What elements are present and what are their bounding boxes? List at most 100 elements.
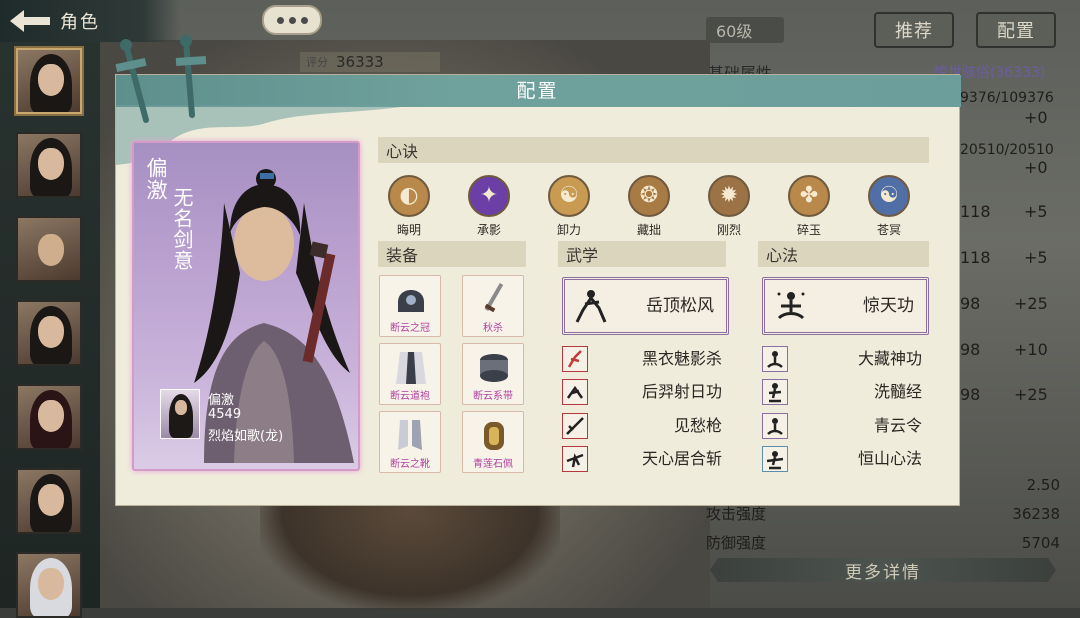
stat-value: 98 bbox=[960, 340, 981, 359]
stat-value: 118 bbox=[960, 248, 991, 267]
equip-slot-robe[interactable]: 断云道袍 bbox=[379, 343, 441, 405]
equip-name: 断云之冠 bbox=[390, 323, 430, 334]
equip-slot-boots[interactable]: 断云之靴 bbox=[379, 411, 441, 473]
skill-name: 惊天功 bbox=[863, 296, 914, 316]
wuxue-skill[interactable]: 见愁枪 bbox=[562, 413, 722, 439]
wuxue-main-skill[interactable]: 岳顶松风 bbox=[562, 277, 729, 335]
chat-button[interactable] bbox=[262, 5, 322, 35]
dot-icon bbox=[300, 16, 308, 24]
xinjue-icon: ❂ bbox=[628, 175, 670, 217]
character-info-name: 偏激 bbox=[208, 393, 235, 408]
stat-value: 36238 bbox=[1012, 504, 1060, 523]
pendant-icon bbox=[484, 422, 504, 450]
equip-slot-helmet[interactable]: 断云之冠 bbox=[379, 275, 441, 337]
xinjue-label: 藏拙 bbox=[636, 223, 661, 237]
helmet-icon bbox=[398, 290, 424, 312]
xinjue-item[interactable]: ❂ 藏拙 bbox=[624, 175, 674, 238]
stat-value: +10 bbox=[1014, 340, 1048, 359]
xinjue-label: 苍冥 bbox=[876, 223, 901, 237]
xinjue-icon: ✤ bbox=[788, 175, 830, 217]
sidebar-avatar[interactable] bbox=[16, 300, 82, 366]
xinjue-item[interactable]: ☯ 苍冥 bbox=[864, 175, 914, 238]
sword-icon bbox=[484, 283, 504, 313]
stat-value: +5 bbox=[1024, 248, 1048, 267]
character-sidebar bbox=[0, 42, 100, 618]
equip-name: 青莲石佩 bbox=[473, 459, 513, 470]
equip-slot-weapon[interactable]: 秋杀 bbox=[462, 275, 524, 337]
page-title: 角色 bbox=[60, 12, 100, 33]
skill-name: 青云令 bbox=[873, 416, 922, 435]
xinjue-header: 心诀 bbox=[378, 137, 929, 163]
stat-value: 118 bbox=[960, 202, 991, 221]
config-button[interactable]: 配置 bbox=[976, 12, 1056, 48]
equip-header: 装备 bbox=[378, 241, 526, 267]
xinfa-skill[interactable]: 洗髓经 bbox=[762, 379, 922, 405]
skill-name: 岳顶松风 bbox=[646, 296, 714, 316]
xinjue-icon: ☯ bbox=[868, 175, 910, 217]
skill-name: 见愁枪 bbox=[673, 416, 722, 435]
equip-slot-pendant[interactable]: 青莲石佩 bbox=[462, 411, 524, 473]
stat-value: +5 bbox=[1024, 202, 1048, 221]
wuxue-skill[interactable]: 天心居合斩 bbox=[562, 446, 722, 472]
stat-value: +25 bbox=[1014, 385, 1048, 404]
sidebar-avatar[interactable] bbox=[16, 468, 82, 534]
config-modal: 配置 偏激 无名剑意 偏激 4549 烈焰如歌(龙) 心诀 ◐ 晦明 ✦ 承影 … bbox=[115, 35, 961, 506]
equip-name: 秋杀 bbox=[483, 323, 503, 334]
wuxue-skill[interactable]: 黑衣魅影杀 bbox=[562, 346, 722, 372]
sidebar-avatar[interactable] bbox=[16, 216, 82, 282]
xinfa-main-skill[interactable]: 惊天功 bbox=[762, 277, 929, 335]
equip-name: 断云系带 bbox=[473, 391, 513, 402]
boots-icon bbox=[398, 420, 422, 450]
level-badge: 60级 bbox=[706, 17, 784, 43]
xinjue-icon: ✦ bbox=[468, 175, 510, 217]
hp-value: 9376/109376 bbox=[960, 90, 1054, 106]
more-detail-button[interactable]: 更多详情 bbox=[710, 558, 1056, 582]
xinfa-skill[interactable]: 大藏神功 bbox=[762, 346, 922, 372]
back-button[interactable] bbox=[0, 1, 60, 41]
xinjue-icon: ◐ bbox=[388, 175, 430, 217]
sidebar-avatar[interactable] bbox=[16, 132, 82, 198]
character-name: 偏激 bbox=[144, 157, 168, 201]
xinjue-item[interactable]: ☯ 卸力 bbox=[544, 175, 594, 238]
stat-value: +0 bbox=[1024, 158, 1048, 177]
skill-icon bbox=[762, 346, 788, 372]
wuxue-skill[interactable]: 后羿射日功 bbox=[562, 379, 722, 405]
sidebar-avatar[interactable] bbox=[16, 384, 82, 450]
character-card: 偏激 无名剑意 偏激 4549 烈焰如歌(龙) bbox=[132, 141, 360, 471]
skill-icon bbox=[762, 446, 788, 472]
recommend-button[interactable]: 推荐 bbox=[874, 12, 954, 48]
skill-name: 洗髓经 bbox=[873, 382, 922, 401]
xinfa-header: 心法 bbox=[758, 241, 929, 267]
xinjue-item[interactable]: ✤ 碎玉 bbox=[784, 175, 834, 238]
wuxue-header: 武学 bbox=[558, 241, 726, 267]
character-info-power: 4549 bbox=[208, 407, 242, 422]
sidebar-avatar[interactable] bbox=[16, 552, 82, 618]
equip-name: 断云道袍 bbox=[390, 391, 430, 402]
sidebar-avatar[interactable] bbox=[16, 48, 82, 114]
score-value: 36333 bbox=[336, 53, 384, 71]
xinjue-label: 刚烈 bbox=[716, 223, 741, 237]
robe-icon bbox=[396, 352, 426, 384]
stat-value: 5704 bbox=[1021, 533, 1060, 552]
xinjue-label: 卸力 bbox=[556, 223, 581, 237]
score-label: 评分 bbox=[306, 56, 328, 69]
xinfa-skill[interactable]: 青云令 bbox=[762, 413, 922, 439]
modal-title: 配置 bbox=[516, 80, 559, 102]
dot-icon bbox=[288, 16, 296, 24]
character-info-skill: 烈焰如歌(龙) bbox=[208, 429, 284, 444]
stat-value: 98 bbox=[960, 385, 981, 404]
stat-row: 防御强度 5704 bbox=[706, 528, 1060, 557]
xinfa-skill[interactable]: 恒山心法 bbox=[762, 446, 922, 472]
xinjue-label: 承影 bbox=[476, 223, 501, 237]
crossed-swords-icon bbox=[115, 35, 207, 123]
xinjue-item[interactable]: ◐ 晦明 bbox=[384, 175, 434, 238]
stat-value: 2.50 bbox=[1026, 475, 1060, 494]
equip-slot-belt[interactable]: 断云系带 bbox=[462, 343, 524, 405]
martial-figure-icon bbox=[575, 290, 607, 323]
stat-label: 攻击强度 bbox=[706, 505, 767, 523]
xinjue-item[interactable]: ✦ 承影 bbox=[464, 175, 514, 238]
stat-label: 防御强度 bbox=[706, 534, 767, 552]
xinjue-label: 晦明 bbox=[396, 223, 421, 237]
xinjue-item[interactable]: ✹ 刚烈 bbox=[704, 175, 754, 238]
belt-icon bbox=[480, 354, 508, 382]
